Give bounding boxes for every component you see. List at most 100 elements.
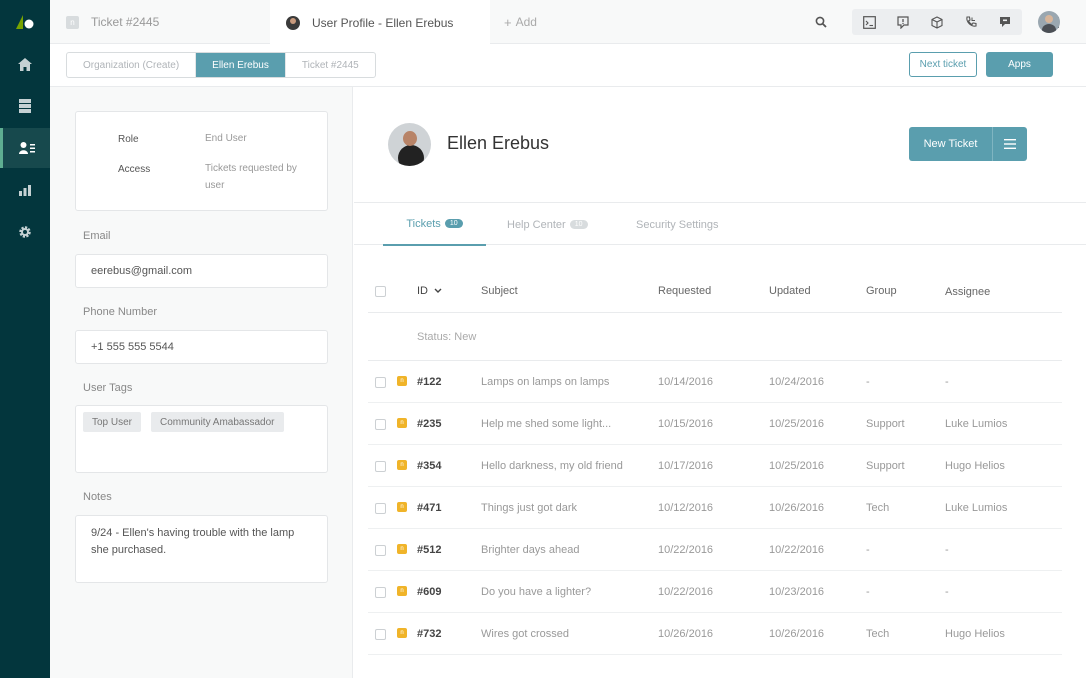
avatar[interactable] [388,123,431,166]
row-checkbox[interactable] [375,377,386,388]
avatar[interactable] [1038,11,1060,33]
new-ticket-button[interactable]: New Ticket [909,127,993,161]
cube-icon[interactable] [920,9,954,35]
ticket-subject[interactable]: Hello darkness, my old friend [481,460,623,472]
email-field[interactable]: eerebus@gmail.com [75,254,328,288]
ticket-group: Tech [866,628,890,640]
views-icon[interactable] [0,86,50,126]
row-checkbox[interactable] [375,461,386,472]
breadcrumb: Organization (Create) Ellen Erebus Ticke… [66,52,376,78]
left-nav [0,0,50,678]
user-info-card: Role End User Access Tickets requested b… [75,111,328,211]
row-checkbox[interactable] [375,629,386,640]
next-ticket-button[interactable]: Next ticket [909,52,977,77]
ticket-id[interactable]: #354 [417,460,441,472]
ticket-id[interactable]: #609 [417,586,441,598]
tab-security-settings[interactable]: Security Settings [636,203,719,246]
subject-column-header[interactable]: Subject [481,285,518,297]
ticket-assignee: - [945,376,949,388]
row-checkbox[interactable] [375,545,386,556]
add-tab-button[interactable]: + Add [504,0,537,44]
table-row[interactable]: n #512 Brighter days ahead 10/22/2016 10/22/… [368,529,1062,571]
ticket-requested: 10/12/2016 [658,502,714,514]
table-row[interactable]: n #235 Help me shed some light... 10/15/201… [368,403,1062,445]
ticket-updated: 10/26/2016 [769,502,825,514]
row-checkbox[interactable] [375,503,386,514]
table-row[interactable]: n #471 Things just got dark 10/12/2016 10/26… [368,487,1062,529]
tag-chip[interactable]: Community Amabassador [151,412,284,432]
count-badge: 10 [444,219,463,228]
ticket-assignee: Luke Lumios [945,502,1008,514]
assignee-column-header[interactable]: Assignee [945,286,990,298]
breadcrumb-user[interactable]: Ellen Erebus [196,53,286,77]
new-status-icon: n [397,376,407,386]
updated-column-header[interactable]: Updated [769,285,811,297]
menu-icon[interactable] [993,127,1027,161]
table-row[interactable]: n #732 Wires got crossed 10/26/2016 10/26/20… [368,613,1062,655]
ticket-subject[interactable]: Wires got crossed [481,628,569,640]
ticket-assignee: - [945,544,949,556]
requested-column-header[interactable]: Requested [658,285,711,297]
phone-icon[interactable] [954,9,988,35]
ticket-group: - [866,544,870,556]
breadcrumb-organization[interactable]: Organization (Create) [67,53,197,77]
ticket-updated: 10/22/2016 [769,544,825,556]
user-tags-label: User Tags [83,382,133,394]
tab-ticket-2445[interactable]: n Ticket #2445 [66,0,159,44]
ticket-subject[interactable]: Do you have a lighter? [481,586,591,598]
reporting-icon[interactable] [0,170,50,210]
role-label: Role [118,134,139,145]
profile-tabs: Tickets 10 Help Center 10 Security Setti… [354,202,1086,246]
chat-icon[interactable] [988,9,1022,35]
terminal-icon[interactable] [852,9,886,35]
ticket-requested: 10/14/2016 [658,376,714,388]
search-icon[interactable] [808,9,834,35]
ticket-id[interactable]: #471 [417,502,441,514]
breadcrumb-ticket[interactable]: Ticket #2445 [286,53,375,77]
ticket-assignee: Hugo Helios [945,628,1005,640]
row-checkbox[interactable] [375,587,386,598]
notes-textarea[interactable]: 9/24 - Ellen's having trouble with the l… [75,515,328,583]
ticket-assignee: Hugo Helios [945,460,1005,472]
id-header-label: ID [417,285,428,297]
table-row[interactable]: n #609 Do you have a lighter? 10/22/2016 10/… [368,571,1062,613]
ticket-subject[interactable]: Things just got dark [481,502,577,514]
table-row[interactable]: n #122 Lamps on lamps on lamps 10/14/2016 10… [368,361,1062,403]
select-all-checkbox[interactable] [375,286,386,297]
settings-gear-icon[interactable] [0,212,50,252]
tab-tickets[interactable]: Tickets 10 [383,203,486,246]
zendesk-logo-icon[interactable] [0,2,50,42]
ticket-id[interactable]: #235 [417,418,441,430]
access-select[interactable]: Tickets requested by user [205,160,305,194]
apps-button[interactable]: Apps [986,52,1053,77]
tag-chip[interactable]: Top User [83,412,142,432]
ticket-id[interactable]: #512 [417,544,441,556]
phone-field[interactable]: +1 555 555 5544 [75,330,328,364]
table-row[interactable]: n #354 Hello darkness, my old friend 10/17/… [368,445,1062,487]
new-status-icon: n [397,460,407,470]
home-icon[interactable] [0,44,50,84]
row-checkbox[interactable] [375,419,386,430]
tab-label: Security Settings [636,218,719,231]
top-bar: n Ticket #2445 User Profile - Ellen Ereb… [50,0,1086,45]
ticket-id[interactable]: #732 [417,628,441,640]
alert-icon[interactable] [886,9,920,35]
user-tags-input[interactable]: Top User Community Amabassador [75,405,328,473]
tab-user-profile[interactable]: User Profile - Ellen Erebus [270,0,490,45]
role-select[interactable]: End User [205,130,305,147]
email-label: Email [83,230,111,242]
new-status-icon: n [397,502,407,512]
id-column-header[interactable]: ID [417,285,442,297]
new-status-icon: n [397,586,407,596]
ticket-subject[interactable]: Brighter days ahead [481,544,579,556]
tab-help-center[interactable]: Help Center 10 [507,203,588,246]
ticket-id[interactable]: #122 [417,376,441,388]
plus-icon: + [504,14,512,30]
top-toolbar [808,9,1066,35]
customers-icon[interactable] [0,128,50,168]
ticket-updated: 10/25/2016 [769,418,825,430]
ticket-subject[interactable]: Help me shed some light... [481,418,611,430]
ticket-requested: 10/22/2016 [658,544,714,556]
group-column-header[interactable]: Group [866,285,897,297]
ticket-subject[interactable]: Lamps on lamps on lamps [481,376,609,388]
